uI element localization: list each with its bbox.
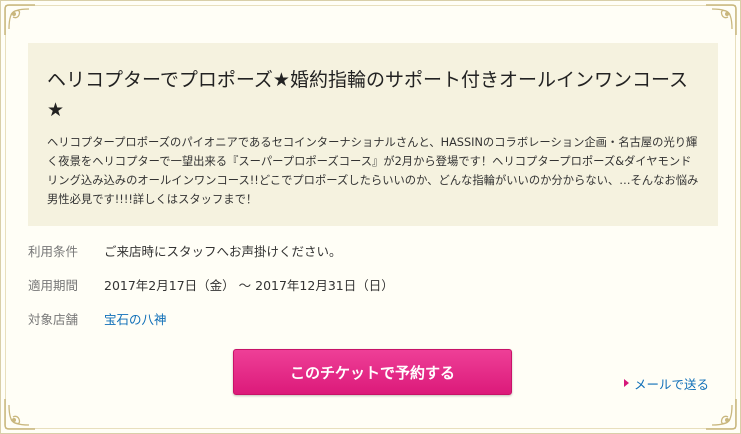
valid-period-row: 適用期間 2017年2月17日（金） 〜 2017年12月31日（日） (28, 274, 394, 294)
reserve-ticket-button[interactable]: このチケットで予約する (233, 349, 512, 395)
triangle-right-icon (624, 379, 629, 387)
usage-condition-value: ご来店時にスタッフへお声掛けください。 (104, 243, 342, 259)
coupon-description: ヘリコプタープロポーズのパイオニアであるセコインターナショナルさんと、HASSI… (47, 136, 699, 206)
send-by-mail-link[interactable]: メールで送る (624, 374, 709, 392)
ornament-corner-icon (3, 397, 37, 431)
coupon-card: ヘリコプターでプロポーズ★婚約指輪のサポート付きオールインワンコース★ ヘリコプ… (0, 0, 741, 434)
coupon-title: ヘリコプターでプロポーズ★婚約指輪のサポート付きオールインワンコース★ (47, 69, 688, 121)
intro-panel: ヘリコプターでプロポーズ★婚約指輪のサポート付きオールインワンコース★ ヘリコプ… (28, 43, 718, 226)
usage-condition-label: 利用条件 (28, 243, 79, 259)
target-store-link[interactable]: 宝石の八神 (104, 309, 167, 328)
ornament-corner-icon (704, 397, 738, 431)
ornament-corner-icon (704, 3, 738, 37)
usage-condition-row: 利用条件 ご来店時にスタッフへお声掛けください。 (28, 240, 342, 260)
target-store-label: 対象店舗 (28, 311, 79, 327)
valid-period-value: 2017年2月17日（金） 〜 2017年12月31日（日） (104, 277, 394, 293)
send-by-mail-label: メールで送る (634, 376, 710, 392)
valid-period-label: 適用期間 (28, 277, 79, 293)
ornament-corner-icon (3, 3, 37, 37)
target-store-row: 対象店舗 宝石の八神 (28, 308, 167, 328)
